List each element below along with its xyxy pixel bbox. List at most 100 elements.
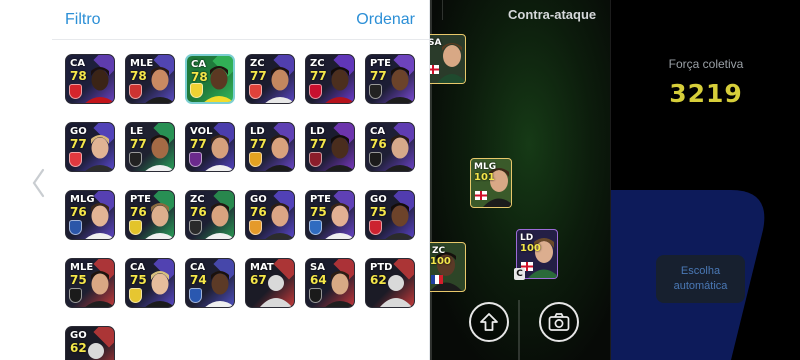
player-position: GO xyxy=(370,194,387,205)
formation-label: Contra-ataque xyxy=(508,7,597,22)
player-position: LD xyxy=(250,126,265,137)
player-rating: 76 xyxy=(70,205,87,219)
player-position: GO xyxy=(70,126,87,137)
player-rating: 77 xyxy=(370,69,387,83)
filter-button[interactable]: Filtro xyxy=(65,11,101,29)
player-rating: 77 xyxy=(250,69,267,83)
player-position: CA xyxy=(370,126,386,137)
player-card[interactable]: GO 62 xyxy=(65,326,115,360)
club-badge-icon xyxy=(190,83,203,98)
player-position: CA xyxy=(130,262,146,273)
player-card[interactable]: LD 77 xyxy=(305,122,355,172)
player-card[interactable]: PTE 75 xyxy=(305,190,355,240)
left-edge xyxy=(0,0,52,360)
player-card[interactable]: GO 76 xyxy=(245,190,295,240)
england-flag-icon xyxy=(475,191,487,200)
auto-select-label-line1: Escolha xyxy=(680,265,721,277)
player-card[interactable]: MLE 75 xyxy=(65,258,115,308)
player-position: LE xyxy=(130,126,144,137)
player-rating: 75 xyxy=(310,205,327,219)
pitch-card-rating: 100 xyxy=(430,256,451,267)
player-position: GO xyxy=(70,330,87,341)
player-position: MAT xyxy=(250,262,274,273)
player-card[interactable]: LE 77 xyxy=(125,122,175,172)
player-card[interactable]: SA 64 xyxy=(305,258,355,308)
player-rating: 62 xyxy=(370,273,387,287)
pitch-card-rating: 100 xyxy=(520,243,541,254)
club-badge-icon xyxy=(69,84,82,99)
player-card[interactable]: PTE 77 xyxy=(365,54,415,104)
player-card[interactable]: ZC 77 xyxy=(245,54,295,104)
player-rating: 67 xyxy=(250,273,267,287)
player-rating: 64 xyxy=(310,273,327,287)
club-badge-icon xyxy=(189,152,202,167)
player-card[interactable]: MLG 76 xyxy=(65,190,115,240)
player-card[interactable]: ZC 76 xyxy=(185,190,235,240)
player-rating: 77 xyxy=(190,137,207,151)
player-rating: 76 xyxy=(370,137,387,151)
player-rating: 77 xyxy=(70,137,87,151)
player-card[interactable]: PTE 76 xyxy=(125,190,175,240)
player-position: PTD xyxy=(370,262,393,273)
screenshot-button[interactable] xyxy=(539,302,579,342)
player-card[interactable]: CA 74 xyxy=(185,258,235,308)
chevron-left-icon[interactable] xyxy=(28,166,48,200)
pitch-center-line xyxy=(518,300,520,360)
club-badge-icon xyxy=(309,152,322,167)
player-card[interactable]: CA 76 xyxy=(365,122,415,172)
player-position: CA xyxy=(70,58,86,69)
player-position: PTE xyxy=(310,194,331,205)
player-card[interactable]: MAT 67 xyxy=(245,258,295,308)
strength-value: 3219 xyxy=(669,79,743,108)
player-card[interactable]: ZC 77 xyxy=(305,54,355,104)
pitch-card-position: SA xyxy=(430,38,442,48)
arrow-up-icon xyxy=(480,313,498,331)
camera-icon xyxy=(548,313,570,331)
player-card[interactable]: CA 78 xyxy=(185,54,235,104)
club-badge-icon xyxy=(309,220,322,235)
player-rating: 78 xyxy=(130,69,147,83)
player-position: MLG xyxy=(70,194,95,205)
player-card[interactable]: LD 77 xyxy=(245,122,295,172)
player-rating: 77 xyxy=(130,137,147,151)
france-flag-icon xyxy=(431,275,443,284)
player-rating: 77 xyxy=(310,69,327,83)
pitch-card-rating: 101 xyxy=(474,172,495,183)
sort-button[interactable]: Ordenar xyxy=(356,11,415,29)
pitch-card-zc[interactable]: ZC 100 xyxy=(430,242,466,292)
player-card[interactable]: MLE 78 xyxy=(125,54,175,104)
player-rating: 76 xyxy=(250,205,267,219)
player-card[interactable]: VOL 77 xyxy=(185,122,235,172)
player-rating: 76 xyxy=(130,205,147,219)
player-card[interactable]: GO 77 xyxy=(65,122,115,172)
club-badge-icon xyxy=(249,152,262,167)
team-info-panel: Força coletiva 3219 Escolha automática xyxy=(610,0,800,360)
player-card[interactable]: PTD 62 xyxy=(365,258,415,308)
player-position: MLE xyxy=(70,262,94,273)
pitch-card-position: LD xyxy=(520,233,534,243)
pitch: Contra-ataque SA MLG 101 ZC xyxy=(430,0,610,360)
club-badge-icon xyxy=(369,84,382,99)
player-card[interactable]: CA 75 xyxy=(125,258,175,308)
pitch-card-sa[interactable]: SA xyxy=(430,34,466,84)
player-rating: 77 xyxy=(250,137,267,151)
move-up-button[interactable] xyxy=(469,302,509,342)
england-flag-icon xyxy=(430,65,439,74)
player-position: MLE xyxy=(130,58,154,69)
player-rating: 74 xyxy=(190,273,207,287)
player-card[interactable]: CA 78 xyxy=(65,54,115,104)
player-position: ZC xyxy=(310,58,325,69)
auto-select-button[interactable]: Escolha automática xyxy=(656,255,745,303)
player-position: CA xyxy=(191,59,207,70)
player-position: LD xyxy=(310,126,325,137)
captain-marker: C xyxy=(514,268,525,280)
pitch-card-position: MLG xyxy=(474,162,497,172)
player-card[interactable]: GO 75 xyxy=(365,190,415,240)
player-rating: 76 xyxy=(190,205,207,219)
club-badge-icon xyxy=(69,288,82,303)
player-rating: 78 xyxy=(191,70,208,84)
pitch-card-mlg[interactable]: MLG 101 xyxy=(470,158,512,208)
pitch-card-position: ZC xyxy=(432,246,446,256)
player-rating: 62 xyxy=(70,341,87,355)
player-position: SA xyxy=(310,262,325,273)
